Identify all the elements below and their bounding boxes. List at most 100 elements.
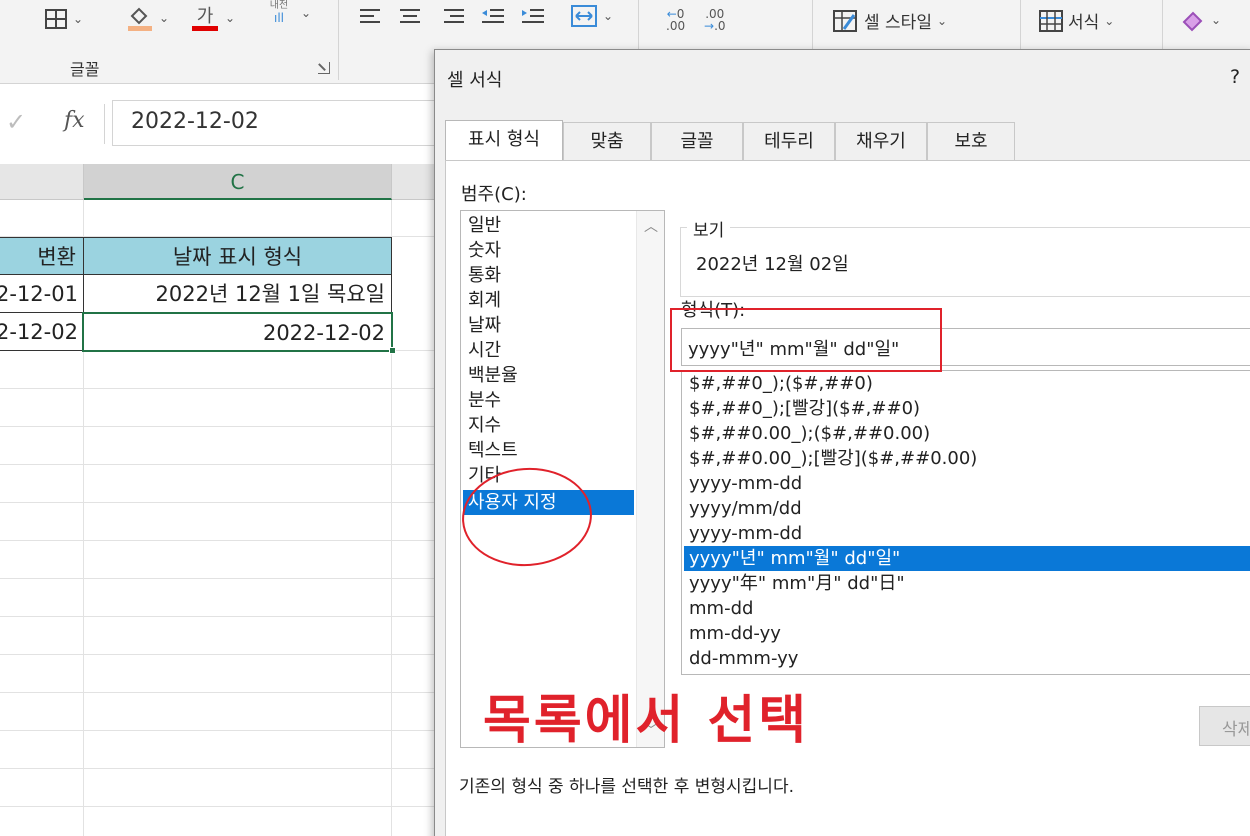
list-item[interactable]: mm-dd bbox=[684, 596, 1250, 621]
format-cells-dialog: 셀 서식 ? 표시 형식 맞춤 글꼴 테두리 채우기 보호 범주(C): 일반 … bbox=[434, 49, 1250, 836]
list-item[interactable]: 날짜 bbox=[463, 313, 634, 338]
description-text: 기존의 형식 중 하나를 선택한 후 변형시킵니다. bbox=[459, 777, 794, 797]
clear-button[interactable]: ⌄ bbox=[1180, 8, 1221, 32]
insert-function-icon[interactable]: fx bbox=[64, 108, 85, 133]
font-color-button[interactable]: 가 ⌄ bbox=[190, 4, 235, 32]
fill-color-icon bbox=[128, 7, 152, 31]
tab-alignment[interactable]: 맞춤 bbox=[563, 122, 651, 162]
category-scrollbar[interactable]: ︿ ﹀ bbox=[636, 211, 664, 747]
list-item[interactable]: $#,##0_);[빨강]($#,##0) bbox=[684, 396, 1250, 421]
phonetic-button[interactable]: 내전 ıll ⌄ bbox=[262, 0, 311, 26]
borders-icon bbox=[45, 9, 67, 29]
list-item[interactable]: 시간 bbox=[463, 338, 634, 363]
list-item[interactable]: $#,##0_);($#,##0) bbox=[684, 371, 1250, 396]
grid-line bbox=[0, 464, 440, 465]
sample-label: 보기 bbox=[687, 216, 731, 241]
type-list[interactable]: $#,##0_);($#,##0) $#,##0_);[빨강]($#,##0) … bbox=[681, 370, 1250, 675]
align-right-icon bbox=[444, 9, 464, 23]
increase-decimal-button[interactable]: ←0 .00 bbox=[666, 8, 685, 32]
fill-color-button[interactable]: ⌄ bbox=[126, 4, 169, 32]
annotation-text: 목록에서 선택 bbox=[483, 691, 810, 751]
enter-check-icon[interactable]: ✓ bbox=[6, 108, 26, 136]
decimal-label: .00 bbox=[666, 19, 686, 33]
column-header-b[interactable] bbox=[0, 164, 84, 200]
merge-center-icon bbox=[571, 5, 597, 27]
list-item[interactable]: yyyy/mm/dd bbox=[684, 496, 1250, 521]
group-separator bbox=[338, 0, 339, 80]
cell-style-button[interactable]: 셀 스타일 ⌄ bbox=[832, 8, 947, 33]
list-item[interactable]: 지수 bbox=[463, 413, 634, 438]
highlight-rectangle bbox=[670, 308, 942, 372]
list-item[interactable]: 백분율 bbox=[463, 363, 634, 388]
table-cell[interactable]: 2-12-01 bbox=[0, 275, 84, 313]
list-item[interactable]: 숫자 bbox=[463, 238, 634, 263]
list-item[interactable]: dd-mmm-yy bbox=[684, 646, 1250, 671]
merge-center-button[interactable]: ⌄ bbox=[570, 4, 613, 28]
table-cell[interactable]: 2022년 12월 1일 목요일 bbox=[83, 275, 392, 313]
list-item[interactable]: $#,##0.00_);($#,##0.00) bbox=[684, 421, 1250, 446]
decrease-decimal-button[interactable]: .00 →.0 bbox=[704, 8, 726, 32]
table-header-cell[interactable]: 날짜 표시 형식 bbox=[83, 237, 392, 275]
cell-style-label: 셀 스타일 bbox=[864, 13, 932, 33]
increase-indent-icon bbox=[522, 9, 544, 23]
decrease-indent-icon bbox=[482, 9, 504, 23]
help-button[interactable]: ? bbox=[1230, 66, 1240, 88]
phonetic-icon: 내전 ıll bbox=[269, 0, 289, 25]
chevron-down-icon: ⌄ bbox=[1211, 13, 1222, 27]
delete-button[interactable]: 삭제 bbox=[1199, 706, 1250, 746]
list-item[interactable]: 텍스트 bbox=[463, 438, 634, 463]
table-header-cell[interactable]: 변환 bbox=[0, 237, 85, 275]
category-label: 범주(C): bbox=[461, 184, 527, 205]
grid-line bbox=[0, 502, 440, 503]
grid-line bbox=[0, 806, 440, 807]
chevron-down-icon: ⌄ bbox=[936, 13, 948, 28]
tab-font[interactable]: 글꼴 bbox=[651, 122, 743, 162]
list-item[interactable]: mm-dd-yy bbox=[684, 621, 1250, 646]
increase-indent-button[interactable] bbox=[520, 6, 546, 26]
cell-style-icon bbox=[833, 9, 857, 32]
list-item[interactable]: 회계 bbox=[463, 288, 634, 313]
formula-input[interactable]: 2022-12-02 bbox=[112, 100, 442, 146]
chevron-down-icon: ⌄ bbox=[603, 9, 614, 23]
chevron-down-icon: ⌄ bbox=[301, 6, 312, 20]
tab-fill[interactable]: 채우기 bbox=[835, 122, 927, 162]
column-header-c[interactable]: C bbox=[84, 164, 392, 200]
worksheet-grid: C 변환 날짜 표시 형식 2-12-01 2022년 12월 1일 목요일 2… bbox=[0, 164, 440, 836]
grid-line bbox=[0, 768, 440, 769]
grid-line bbox=[0, 388, 440, 389]
formula-bar-separator bbox=[104, 104, 105, 144]
tab-number[interactable]: 표시 형식 bbox=[445, 120, 563, 162]
format-label: 서식 bbox=[1068, 13, 1100, 33]
list-item[interactable]: 일반 bbox=[463, 213, 634, 238]
list-item[interactable]: yyyy-mm-dd bbox=[684, 471, 1250, 496]
active-cell[interactable]: 2022-12-02 bbox=[82, 312, 393, 352]
chevron-down-icon: ⌄ bbox=[225, 11, 236, 25]
list-item[interactable]: 통화 bbox=[463, 263, 634, 288]
list-item[interactable]: $#,##0.00_);[빨강]($#,##0.00) bbox=[684, 446, 1250, 471]
align-center-icon bbox=[400, 9, 420, 23]
dialog-title: 셀 서식 bbox=[447, 70, 503, 91]
tab-border[interactable]: 테두리 bbox=[743, 122, 835, 162]
align-left-button[interactable] bbox=[358, 6, 382, 26]
decrease-decimal-icon: →.0 bbox=[704, 19, 726, 33]
grid-line bbox=[0, 426, 440, 427]
borders-button[interactable]: ⌄ bbox=[44, 8, 83, 30]
table-cell[interactable]: 2-12-02 bbox=[0, 313, 84, 351]
format-button[interactable]: 서식 ⌄ bbox=[1038, 8, 1114, 33]
column-header-d[interactable] bbox=[392, 164, 440, 200]
align-center-button[interactable] bbox=[398, 6, 422, 26]
font-color-icon: 가 bbox=[192, 6, 218, 31]
decrease-indent-button[interactable] bbox=[480, 6, 506, 26]
list-item-selected[interactable]: yyyy"년" mm"월" dd"일" bbox=[684, 546, 1250, 571]
font-group-launcher-icon[interactable] bbox=[318, 62, 330, 74]
tab-protection[interactable]: 보호 bbox=[927, 122, 1015, 162]
list-item[interactable]: yyyy-mm-dd bbox=[684, 521, 1250, 546]
list-item[interactable]: yyyy"年" mm"月" dd"日" bbox=[684, 571, 1250, 596]
list-item[interactable]: 분수 bbox=[463, 388, 634, 413]
grid-line bbox=[0, 540, 440, 541]
fill-handle[interactable] bbox=[389, 347, 396, 354]
align-right-button[interactable] bbox=[442, 6, 466, 26]
scroll-up-icon[interactable]: ︿ bbox=[637, 215, 665, 239]
chevron-down-icon: ⌄ bbox=[73, 12, 84, 26]
format-cells-icon bbox=[1039, 9, 1063, 32]
